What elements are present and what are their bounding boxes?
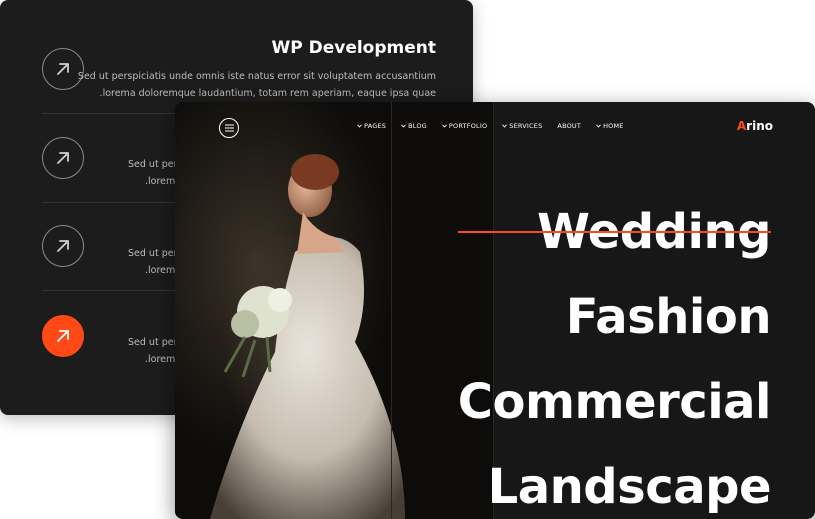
main-nav: PAGES BLOG PORTFOLIO SERVICES ABOUT HOME — [357, 122, 639, 130]
hero-word[interactable]: Landscape — [458, 445, 772, 519]
chevron-down-icon — [401, 122, 406, 130]
nav-item-home[interactable]: HOME — [596, 122, 624, 130]
menu-button[interactable] — [219, 118, 239, 138]
hero-word-struck[interactable]: Wedding — [457, 190, 772, 275]
logo-text: rino — [746, 119, 773, 133]
photo-divider — [391, 102, 392, 519]
arrow-up-right-icon — [57, 240, 69, 252]
nav-item-blog[interactable]: BLOG — [401, 122, 427, 130]
nav-item-portfolio[interactable]: PORTFOLIO — [442, 122, 487, 130]
arrow-up-right-icon — [57, 152, 69, 164]
nav-item-about[interactable]: ABOUT — [557, 122, 581, 130]
service-arrow-button[interactable] — [42, 137, 84, 179]
service-arrow-button[interactable] — [42, 225, 84, 267]
chevron-down-icon — [502, 122, 508, 130]
hero-word-list: Wedding Fashion Commercial Landscape — [457, 190, 772, 519]
bride-illustration — [210, 154, 405, 519]
hero-word[interactable]: Commercial — [458, 360, 772, 445]
site-logo[interactable]: Arino — [737, 119, 773, 133]
service-title: WP Development — [271, 38, 436, 58]
logo-accent-letter: A — [736, 119, 747, 133]
arrow-up-right-icon — [57, 63, 69, 75]
arrow-up-right-icon — [57, 330, 69, 342]
chevron-down-icon — [596, 122, 601, 130]
chevron-down-icon — [357, 122, 362, 130]
bride-photo — [175, 102, 493, 519]
hero-card: PAGES BLOG PORTFOLIO SERVICES ABOUT HOME… — [175, 102, 815, 519]
nav-item-pages[interactable]: PAGES — [357, 122, 386, 130]
service-arrow-button-active[interactable] — [42, 315, 84, 357]
nav-item-services[interactable]: SERVICES — [502, 122, 542, 130]
hamburger-icon — [224, 124, 234, 132]
service-description: Sed ut perspiciatis unde omnis iste natu… — [77, 71, 436, 99]
hero-word[interactable]: Fashion — [458, 275, 772, 360]
chevron-down-icon — [442, 122, 447, 130]
